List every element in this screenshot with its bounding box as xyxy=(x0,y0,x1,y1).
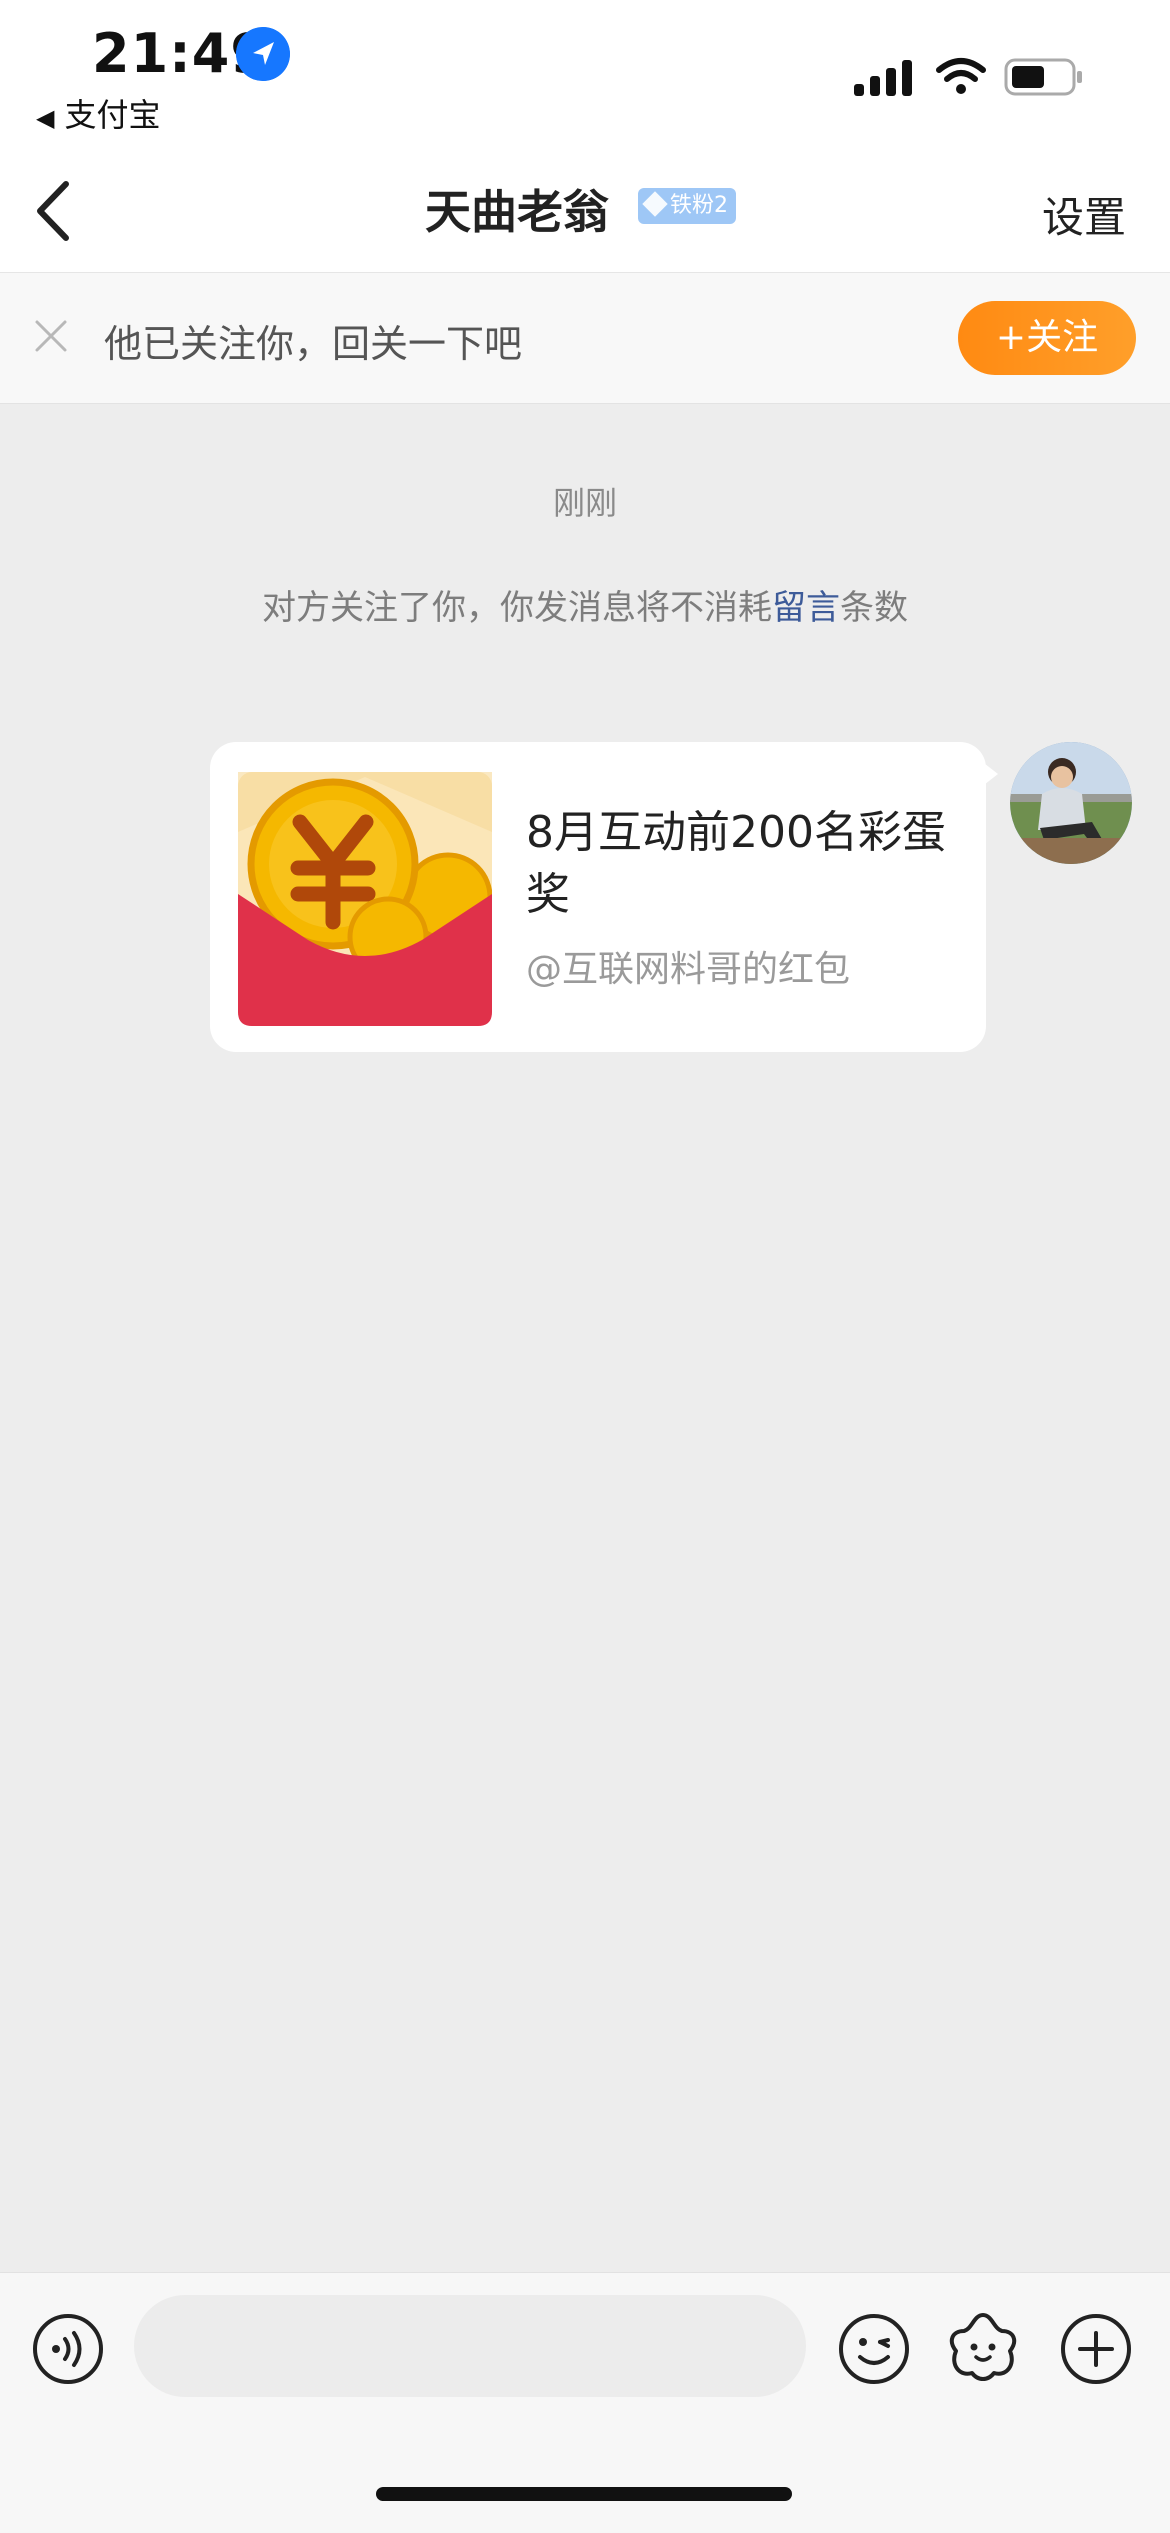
conversation-title: 天曲老翁 xyxy=(425,185,609,239)
home-indicator xyxy=(376,2487,792,2501)
red-packet-icon xyxy=(238,772,492,1026)
system-message: 对方关注了你，你发消息将不消耗留言条数 xyxy=(0,580,1170,629)
bubble-tail xyxy=(980,760,998,788)
avatar[interactable] xyxy=(1010,742,1132,864)
message-input[interactable] xyxy=(134,2295,806,2397)
voice-icon[interactable] xyxy=(32,2313,104,2385)
diamond-icon xyxy=(642,191,668,217)
close-icon[interactable] xyxy=(34,319,68,353)
message-timestamp: 刚刚 xyxy=(552,484,617,522)
follow-back-text: 他已关注你，回关一下吧 xyxy=(104,322,523,366)
back-to-app-link[interactable]: ◀ 支付宝 xyxy=(36,90,160,136)
status-bar: 21:49 ◀ 支付宝 xyxy=(0,0,1170,150)
fan-level-label: 铁粉2 xyxy=(670,193,728,218)
emoji-icon[interactable] xyxy=(838,2313,910,2385)
back-app-label: 支付宝 xyxy=(64,96,161,134)
message-input-bar xyxy=(0,2272,1170,2533)
follow-back-banner: 他已关注你，回关一下吧 +关注 xyxy=(0,273,1170,404)
plus-icon[interactable] xyxy=(1060,2313,1132,2385)
wifi-icon xyxy=(936,58,986,94)
system-message-text: 对方关注了你，你发消息将不消耗 xyxy=(262,588,772,628)
signal-icon xyxy=(854,60,912,96)
message-card-subtitle: @互联网料哥的红包 xyxy=(526,949,851,990)
fan-level-badge: 铁粉2 xyxy=(638,188,736,224)
settings-button[interactable]: 设置 xyxy=(1042,184,1126,245)
location-arrow-icon xyxy=(236,27,290,81)
message-card-title: 8月互动前200名彩蛋奖 xyxy=(526,807,946,920)
sticker-icon[interactable] xyxy=(944,2309,1022,2387)
back-triangle-icon: ◀ xyxy=(36,104,55,132)
battery-icon xyxy=(1004,58,1082,96)
nav-bar: 天曲老翁 铁粉2 设置 xyxy=(0,150,1170,273)
system-message-suffix: 条数 xyxy=(840,588,908,628)
back-arrow-icon[interactable] xyxy=(28,176,88,246)
follow-button[interactable]: +关注 xyxy=(958,301,1136,375)
red-packet-message-card[interactable]: 8月互动前200名彩蛋奖 @互联网料哥的红包 xyxy=(210,742,986,1052)
system-message-link[interactable]: 留言 xyxy=(772,588,840,628)
